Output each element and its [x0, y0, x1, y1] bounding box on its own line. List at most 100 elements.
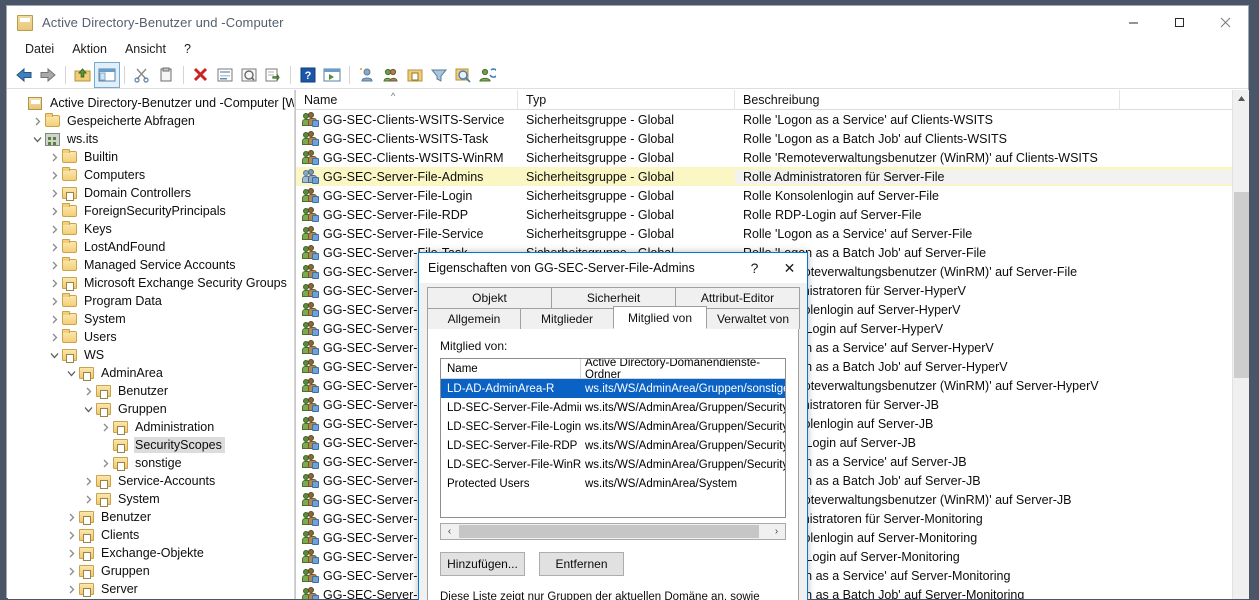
table-row[interactable]: GG-SEC-Clients-WSITS-Service Sicherheitsg…: [296, 110, 1232, 129]
tree-item-gruppen[interactable]: Gruppen: [8, 562, 294, 580]
new-group-icon[interactable]: [379, 63, 403, 87]
tree-item-program-data[interactable]: Program Data: [8, 292, 294, 310]
tree-item-adminarea[interactable]: AdminArea: [8, 364, 294, 382]
dialog-close-icon[interactable]: ✕: [772, 253, 807, 283]
chevron-right-icon[interactable]: [46, 203, 62, 219]
forward-icon[interactable]: [36, 63, 60, 87]
export-list-icon[interactable]: [261, 63, 285, 87]
tree-item-microsoft-exchange-security-groups[interactable]: Microsoft Exchange Security Groups: [8, 274, 294, 292]
tree-item-builtin[interactable]: Builtin: [8, 148, 294, 166]
table-row[interactable]: GG-SEC-Clients-WSITS-Task Sicherheitsgrup…: [296, 129, 1232, 148]
chevron-right-icon[interactable]: [46, 257, 62, 273]
tree-item-ws-its[interactable]: ws.its: [8, 130, 294, 148]
tree-item-active-directory-benutzer-und-computer-ws-d[interactable]: Active Directory-Benutzer und -Computer …: [8, 94, 294, 112]
maximize-icon[interactable]: [1156, 6, 1202, 39]
tree-item-ws[interactable]: WS: [8, 346, 294, 364]
chevron-down-icon[interactable]: [46, 347, 62, 363]
chevron-down-icon[interactable]: [63, 365, 79, 381]
tab-objekt[interactable]: Objekt: [427, 287, 552, 308]
chevron-right-icon[interactable]: [63, 527, 79, 543]
column-header-name[interactable]: Name ^: [296, 90, 518, 110]
chevron-right-icon[interactable]: [46, 149, 62, 165]
memberof-row[interactable]: LD-SEC-Server-File-Admins ws.its/WS/Admin…: [441, 398, 785, 417]
dialog-titlebar[interactable]: Eigenschaften von GG-SEC-Server-File-Adm…: [419, 253, 807, 283]
window-titlebar[interactable]: Active Directory-Benutzer und -Computer: [7, 6, 1248, 39]
tree-item-gruppen[interactable]: Gruppen: [8, 400, 294, 418]
tree-item-foreignsecurityprincipals[interactable]: ForeignSecurityPrincipals: [8, 202, 294, 220]
tree-item-server[interactable]: Server: [8, 580, 294, 598]
column-header-description[interactable]: Beschreibung: [735, 90, 1120, 110]
tree-item-computers[interactable]: Computers: [8, 166, 294, 184]
scrollbar-thumb[interactable]: [1234, 192, 1249, 378]
chevron-right-icon[interactable]: [46, 293, 62, 309]
tree-item-system[interactable]: System: [8, 310, 294, 328]
chevron-right-icon[interactable]: [80, 473, 96, 489]
refresh-icon[interactable]: [237, 63, 261, 87]
tree-item-managed-service-accounts[interactable]: Managed Service Accounts: [8, 256, 294, 274]
chevron-right-icon[interactable]: [46, 167, 62, 183]
chevron-right-icon[interactable]: [63, 509, 79, 525]
chevron-right-icon[interactable]: [29, 113, 45, 129]
memberof-row[interactable]: LD-SEC-Server-File-RDP ws.its/WS/AdminAre…: [441, 436, 785, 455]
tab-allgemein[interactable]: Allgemein: [427, 308, 521, 329]
chevron-down-icon[interactable]: [80, 401, 96, 417]
help-question-icon[interactable]: ?: [737, 253, 772, 283]
delete-icon[interactable]: [189, 63, 213, 87]
tree-item-securityscopes[interactable]: SecurityScopes: [8, 436, 294, 454]
chevron-right-icon[interactable]: [63, 545, 79, 561]
tab-verwaltet-von[interactable]: Verwaltet von: [706, 308, 800, 329]
menu-ansicht[interactable]: Ansicht: [116, 40, 175, 59]
tree-item-benutzer[interactable]: Benutzer: [8, 382, 294, 400]
tree-item-keys[interactable]: Keys: [8, 220, 294, 238]
memberof-horizontal-scrollbar[interactable]: ‹ ›: [440, 523, 786, 540]
minimize-icon[interactable]: [1110, 6, 1156, 39]
chevron-right-icon[interactable]: [63, 563, 79, 579]
chevron-right-icon[interactable]: [46, 221, 62, 237]
paste-icon[interactable]: [154, 63, 178, 87]
memberof-row[interactable]: Protected Users ws.its/WS/AdminArea/Syste…: [441, 474, 785, 493]
chevron-right-icon[interactable]: [46, 239, 62, 255]
scroll-right-icon[interactable]: ›: [768, 524, 785, 539]
tab-mitglied-von[interactable]: Mitglied von: [613, 306, 707, 329]
show-console-tree-icon[interactable]: [320, 63, 344, 87]
tree-item-administration[interactable]: Administration: [8, 418, 294, 436]
remove-button[interactable]: Entfernen: [539, 552, 624, 576]
memberof-row[interactable]: LD-SEC-Server-File-Login ws.its/WS/AdminA…: [441, 417, 785, 436]
chevron-right-icon[interactable]: [63, 581, 79, 597]
tree-item-sonstige[interactable]: sonstige: [8, 454, 294, 472]
chevron-right-icon[interactable]: [97, 455, 113, 471]
scroll-up-icon[interactable]: [1233, 90, 1249, 107]
list-vertical-scrollbar[interactable]: [1232, 90, 1249, 599]
new-ou-icon[interactable]: [403, 63, 427, 87]
memberof-row[interactable]: LD-AD-AdminArea-R ws.its/WS/AdminArea/Gru…: [441, 379, 785, 398]
tab-attribut-editor[interactable]: Attribut-Editor: [675, 287, 800, 308]
memberof-list[interactable]: Name Active Directory-Domänendienste-Ord…: [440, 358, 786, 518]
table-row[interactable]: GG-SEC-Clients-WSITS-WinRM Sicherheitsgru…: [296, 148, 1232, 167]
tree-item-lostandfound[interactable]: LostAndFound: [8, 238, 294, 256]
table-row[interactable]: GG-SEC-Server-File-Service Sicherheitsgru…: [296, 224, 1232, 243]
column-header-type[interactable]: Typ: [518, 90, 735, 110]
help-icon[interactable]: ?: [296, 63, 320, 87]
hscrollbar-thumb[interactable]: [459, 525, 759, 538]
close-icon[interactable]: [1202, 6, 1248, 39]
filter-icon[interactable]: [427, 63, 451, 87]
console-tree[interactable]: Active Directory-Benutzer und -Computer …: [8, 90, 295, 599]
cut-icon[interactable]: [130, 63, 154, 87]
up-folder-icon[interactable]: [71, 63, 95, 87]
chevron-right-icon[interactable]: [46, 311, 62, 327]
memberof-column-folder[interactable]: Active Directory-Domänendienste-Ordner: [581, 359, 785, 378]
tree-item-users[interactable]: Users: [8, 328, 294, 346]
chevron-right-icon[interactable]: [46, 185, 62, 201]
scroll-left-icon[interactable]: ‹: [441, 524, 458, 539]
properties-icon[interactable]: [213, 63, 237, 87]
tree-item-exchange-objekte[interactable]: Exchange-Objekte: [8, 544, 294, 562]
tree-item-gespeicherte-abfragen[interactable]: Gespeicherte Abfragen: [8, 112, 294, 130]
menu-datei[interactable]: Datei: [16, 40, 63, 59]
saved-query-icon[interactable]: [475, 63, 499, 87]
chevron-right-icon[interactable]: [80, 491, 96, 507]
tree-item-service-accounts[interactable]: Service-Accounts: [8, 472, 294, 490]
add-button[interactable]: Hinzufügen...: [440, 552, 525, 576]
table-row[interactable]: GG-SEC-Server-File-Admins Sicherheitsgrup…: [296, 167, 1232, 186]
tab-sicherheit[interactable]: Sicherheit: [551, 287, 676, 308]
chevron-down-icon[interactable]: [29, 131, 45, 147]
